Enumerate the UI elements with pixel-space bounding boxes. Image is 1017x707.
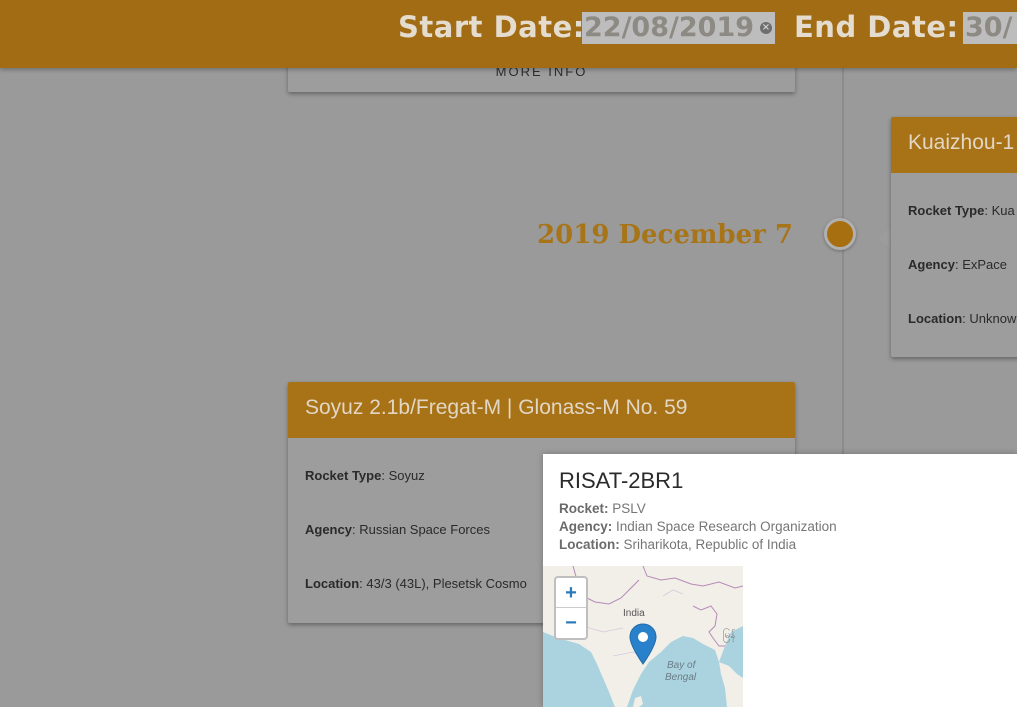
agency-value: Russian Space Forces [359, 522, 490, 537]
popup-agency-key: Agency: [559, 519, 613, 534]
start-date-value: 22/08/2019 [584, 12, 755, 43]
popup-location-row: Location: Sriharikota, Republic of India [559, 537, 796, 552]
popup-location-key: Location: [559, 537, 620, 552]
popup-location-value: Sriharikota, Republic of India [623, 537, 797, 552]
popup-rocket-value: PSLV [612, 501, 646, 516]
zoom-out-button[interactable]: − [556, 608, 586, 638]
start-date-label: Start Date: [398, 10, 585, 44]
rocket-type-row: Rocket Type: Kua [908, 203, 1015, 218]
rocket-type-value: Soyuz [388, 468, 425, 483]
start-date-input[interactable]: 22/08/2019 × [582, 12, 775, 44]
map-zoom-control: + − [554, 576, 588, 640]
map-label-india: India [623, 608, 645, 619]
card-header: Soyuz 2.1b/Fregat-M | Glonass-M No. 59 [288, 382, 795, 438]
rocket-type-value: Kua [991, 203, 1015, 218]
timeline-dot [824, 218, 856, 250]
agency-key: Agency [908, 257, 955, 272]
clear-icon[interactable]: × [760, 22, 772, 34]
launch-site-map[interactable]: India မြန် Bay of Bengal + − [543, 566, 743, 707]
location-key: Location [305, 576, 360, 591]
end-date-label: End Date: [794, 10, 959, 44]
location-key: Location [908, 311, 963, 326]
rocket-type-row: Rocket Type: Soyuz [305, 468, 425, 483]
location-value: 43/3 (43L), Plesetsk Cosmo [366, 576, 527, 591]
agency-value: ExPace [962, 257, 1008, 272]
popup-agency-row: Agency: Indian Space Research Organizati… [559, 519, 837, 534]
agency-row: Agency: Russian Space Forces [305, 522, 490, 537]
map-label-bay: Bay of [667, 660, 696, 671]
agency-row: Agency: ExPace [908, 257, 1008, 272]
popup-rocket-row: Rocket: PSLV [559, 501, 646, 516]
popup-agency-value: Indian Space Research Organization [616, 519, 837, 534]
launch-card-kuaizhou: Kuaizhou-1 Rocket Type: Kua Agency: ExPa… [891, 117, 1017, 357]
rocket-type-key: Rocket Type [305, 468, 382, 483]
zoom-in-button[interactable]: + [556, 578, 586, 608]
location-row: Location: Unknow [908, 311, 1017, 326]
card-pointer [878, 228, 890, 248]
end-date-input[interactable]: 30/ [963, 12, 1017, 44]
card-title: Soyuz 2.1b/Fregat-M | Glonass-M No. 59 [305, 396, 688, 419]
popup-rocket-key: Rocket: [559, 501, 609, 516]
location-row: Location: 43/3 (43L), Plesetsk Cosmo [305, 576, 527, 591]
card-header: Kuaizhou-1 [891, 117, 1017, 173]
rocket-type-key: Rocket Type [908, 203, 985, 218]
agency-key: Agency [305, 522, 352, 537]
card-title: Kuaizhou-1 [908, 131, 1015, 154]
popup-title: RISAT-2BR1 [559, 468, 684, 493]
date-filter-header: Start Date: 22/08/2019 × End Date: 30/ [0, 0, 1017, 68]
map-marker-icon[interactable] [629, 623, 657, 665]
map-label-bengal: Bengal [665, 672, 697, 683]
launch-detail-popup: RISAT-2BR1 Rocket: PSLV Agency: Indian S… [543, 454, 1017, 707]
timeline-date-label: 2019 December 7 [537, 220, 793, 250]
map-label-myanmar: မြန် [723, 630, 736, 641]
location-value: Unknow [969, 311, 1017, 326]
end-date-value: 30/ [965, 12, 1013, 43]
